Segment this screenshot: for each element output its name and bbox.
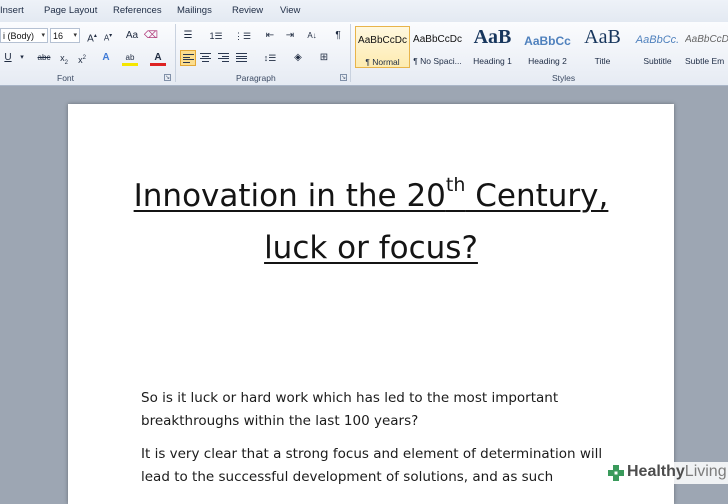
- chevron-down-icon: ▾: [41, 32, 45, 39]
- style-no-spacing[interactable]: AaBbCcDc ¶ No Spaci...: [410, 26, 465, 68]
- align-center-button[interactable]: [198, 50, 214, 66]
- style-preview: AaBbCcDc: [685, 34, 728, 45]
- align-right-button[interactable]: [216, 50, 232, 66]
- clear-formatting-icon[interactable]: ⌫: [143, 28, 159, 44]
- subscript-icon[interactable]: x2: [56, 50, 72, 66]
- style-preview: AaB: [584, 26, 621, 48]
- paragraph-dialog-launcher-icon[interactable]: ↘: [340, 74, 347, 81]
- font-size-value: 16: [53, 31, 64, 41]
- ribbon-tab-bar: Insert Page Layout References Mailings R…: [0, 0, 728, 23]
- style-heading-2[interactable]: AaBbCc Heading 2: [520, 26, 575, 68]
- tab-insert[interactable]: Insert: [0, 5, 24, 16]
- body-text-line[interactable]: It is very clear that a strong focus and…: [141, 446, 602, 462]
- paragraph-group-label: Paragraph: [236, 73, 276, 83]
- tab-view[interactable]: View: [280, 5, 300, 16]
- chevron-down-icon: ▾: [73, 32, 77, 39]
- font-size-combo[interactable]: 16 ▾: [50, 28, 80, 43]
- style-preview: AaB: [473, 26, 512, 48]
- styles-group-label: Styles: [552, 73, 576, 83]
- document-title-line-1[interactable]: Innovation in the 20th Century,: [68, 174, 674, 214]
- bullets-icon[interactable]: ☰: [180, 28, 196, 44]
- shrink-font-icon[interactable]: A▾: [100, 28, 116, 44]
- decrease-indent-icon[interactable]: ⇤: [262, 28, 278, 44]
- style-label: Heading 2: [528, 56, 567, 66]
- increase-indent-icon[interactable]: ⇥: [282, 28, 298, 44]
- style-preview: AaBbCc.: [635, 34, 680, 46]
- style-label: ¶ Normal: [365, 57, 400, 67]
- style-normal[interactable]: AaBbCcDc ¶ Normal: [355, 26, 410, 68]
- borders-icon[interactable]: ⊞: [316, 50, 332, 66]
- title-text: Century,: [465, 178, 609, 214]
- font-dialog-launcher-icon[interactable]: ↘: [164, 74, 171, 81]
- line-spacing-icon[interactable]: ↕☰: [262, 50, 278, 66]
- watermark-brand: Healthy: [627, 463, 685, 480]
- tab-review[interactable]: Review: [232, 5, 263, 16]
- watermark-brand: Living: [684, 463, 727, 480]
- title-text: luck or focus?: [264, 230, 478, 266]
- style-preview: AaBbCcDc: [413, 34, 462, 45]
- align-right-icon: [218, 53, 229, 62]
- font-name-combo[interactable]: i (Body) ▾: [0, 28, 48, 43]
- change-case-icon[interactable]: Aa: [124, 28, 140, 44]
- style-subtitle[interactable]: AaBbCc. Subtitle: [630, 26, 685, 68]
- align-left-button[interactable]: [180, 50, 196, 66]
- style-preview: AaBbCcDc: [358, 35, 407, 46]
- text-effects-icon[interactable]: A: [98, 50, 114, 66]
- font-color-icon[interactable]: A: [150, 50, 166, 66]
- style-label: Title: [594, 56, 611, 66]
- ribbon: i (Body) ▾ 16 ▾ A▴ A▾ Aa ⌫ U ▾ abc x2 x2…: [0, 22, 728, 86]
- group-divider: [350, 24, 351, 82]
- style-subtle-emphasis[interactable]: AaBbCcDc Subtle Em: [685, 26, 728, 68]
- style-heading-1[interactable]: AaB Heading 1: [465, 26, 520, 68]
- tab-page-layout[interactable]: Page Layout: [44, 5, 97, 16]
- watermark: HealthyLiving: [604, 462, 728, 484]
- style-preview: AaBbCc: [524, 34, 571, 48]
- group-divider: [175, 24, 176, 82]
- body-text-line[interactable]: breakthroughs within the last 100 years?: [141, 413, 418, 429]
- style-label: ¶ No Spaci...: [413, 56, 462, 66]
- tab-references[interactable]: References: [113, 5, 162, 16]
- document-title-line-2[interactable]: luck or focus?: [68, 230, 674, 266]
- document-page[interactable]: Innovation in the 20th Century, luck or …: [68, 104, 674, 504]
- numbering-icon[interactable]: 1☰: [208, 28, 224, 44]
- body-text-line[interactable]: So is it luck or hard work which has led…: [141, 390, 558, 406]
- show-formatting-marks-icon[interactable]: ¶: [330, 28, 346, 44]
- tab-mailings[interactable]: Mailings: [177, 5, 212, 16]
- justify-icon: [236, 53, 247, 62]
- font-group-label: Font: [57, 73, 75, 83]
- style-label: Heading 1: [473, 56, 512, 66]
- style-title[interactable]: AaB Title: [575, 26, 630, 68]
- grow-font-icon[interactable]: A▴: [84, 28, 100, 44]
- watermark-text: HealthyLiving: [627, 463, 727, 481]
- align-center-icon: [200, 53, 211, 62]
- strikethrough-icon[interactable]: abc: [36, 50, 52, 66]
- multilevel-list-icon[interactable]: ⋮☰: [234, 28, 251, 44]
- sort-icon[interactable]: A↓: [304, 28, 320, 44]
- justify-button[interactable]: [234, 50, 250, 66]
- shading-icon[interactable]: ◈: [290, 50, 306, 66]
- align-left-icon: [183, 54, 194, 63]
- healthy-living-logo-icon: [608, 465, 624, 481]
- chevron-down-icon[interactable]: ▾: [14, 50, 30, 66]
- title-superscript: th: [445, 174, 466, 196]
- font-name-value: i (Body): [3, 31, 35, 41]
- style-label: Subtle Em: [685, 56, 725, 66]
- style-label: Subtitle: [643, 56, 672, 66]
- body-text-line[interactable]: lead to the successful development of so…: [141, 469, 553, 485]
- highlight-icon[interactable]: ab: [122, 50, 138, 66]
- superscript-icon[interactable]: x2: [74, 50, 90, 66]
- title-text: Innovation in the 20: [133, 178, 446, 214]
